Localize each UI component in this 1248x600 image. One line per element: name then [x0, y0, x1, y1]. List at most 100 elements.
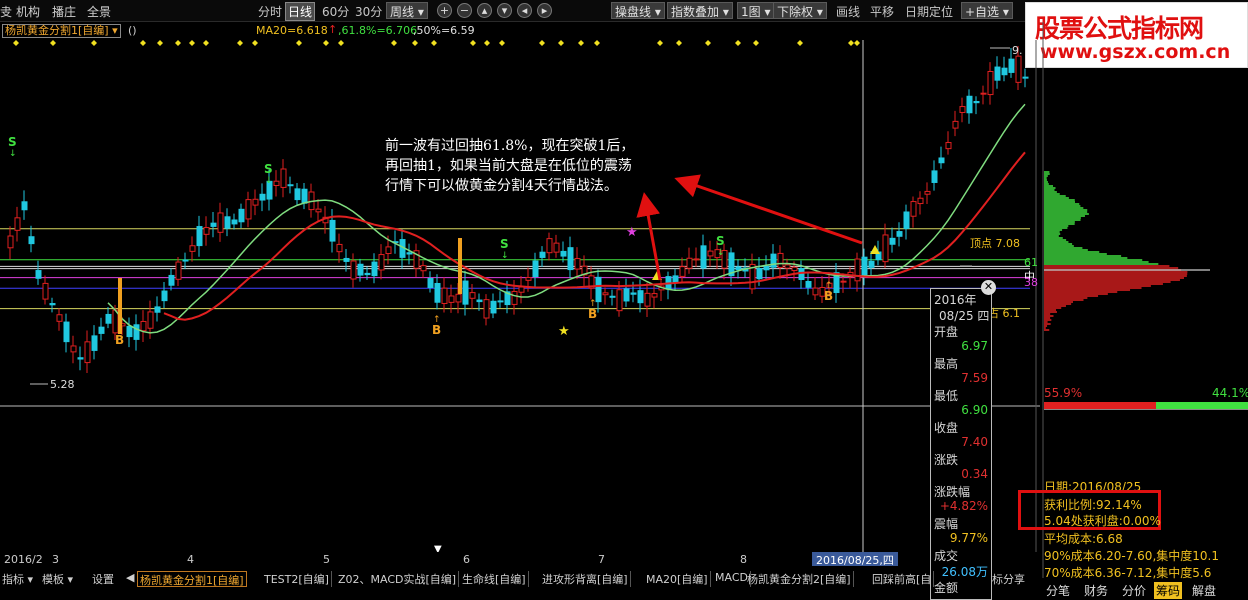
diamond-marker	[431, 40, 437, 46]
indicator-tab-bar: 指标 ▾ 模板 ▾ 设置 ◀ 杨凯黄金分割1[自编] TEST2[自编] Z02…	[0, 570, 1040, 588]
tab-attack-divergence[interactable]: 进攻形背离[自编]	[540, 571, 631, 587]
sell-signal: S	[500, 237, 509, 251]
menu-item-0[interactable]: 叏	[0, 3, 12, 20]
candle-body	[218, 213, 223, 232]
period-minute-button[interactable]: 分时	[256, 3, 284, 20]
candle-body	[435, 283, 440, 302]
popup-amp-label: 震幅	[934, 515, 958, 532]
tab-ticks[interactable]: 分笔	[1046, 582, 1070, 599]
annotation-arrow	[645, 198, 660, 280]
tab-analysis[interactable]: 解盘	[1192, 582, 1216, 599]
avg-cost: 平均成本:6.68	[1044, 530, 1123, 547]
tab-yangkai-fib1[interactable]: 杨凯黄金分割1[自编]	[137, 571, 247, 587]
close-icon[interactable]: ✕	[981, 280, 996, 295]
profit-bar-red	[1044, 402, 1156, 409]
arrow-left-icon[interactable]: ◂	[517, 3, 532, 18]
candle-body	[974, 101, 979, 102]
profit-pct-left: 55.9%	[1044, 386, 1082, 400]
arrow-right-icon[interactable]: ▸	[537, 3, 552, 18]
buy-signal: B	[432, 323, 441, 337]
period-60min-button[interactable]: 60分	[320, 3, 351, 20]
cost-90: 90%成本6.20-7.60,集中度10.1	[1044, 547, 1219, 564]
graph-count-dropdown[interactable]: 1图 ▾	[737, 2, 774, 19]
candle-body	[225, 217, 230, 228]
pan-button[interactable]: 平移	[868, 3, 896, 20]
tab-finance[interactable]: 财务	[1084, 582, 1108, 599]
tab-pullback-high[interactable]: 回踩前高[自	[870, 571, 934, 587]
zoom-in-icon[interactable]: +	[437, 3, 452, 18]
add-favorite-dropdown[interactable]: +自选 ▾	[961, 2, 1013, 19]
index-overlay-dropdown[interactable]: 指数叠加 ▾	[667, 2, 733, 19]
tab-z02-macd[interactable]: Z02、MACD实战[自编]	[336, 571, 459, 587]
candle-body	[442, 288, 447, 303]
period-30min-button[interactable]: 30分	[353, 3, 384, 20]
formula-selector[interactable]: 杨凯黄金分割1[自编] ▾	[2, 24, 121, 38]
zoom-out-icon[interactable]: −	[457, 3, 472, 18]
candle-body	[162, 291, 167, 301]
candle-body	[939, 158, 944, 163]
indicator-menu-button[interactable]: 指标 ▾	[0, 571, 35, 587]
candle-body	[372, 262, 377, 276]
diamond-marker	[157, 40, 163, 46]
candle-body	[274, 181, 279, 185]
candle-body	[246, 200, 251, 219]
diamond-marker	[676, 40, 682, 46]
menu-item-dealer[interactable]: 播庄	[52, 3, 76, 20]
tab-ma20[interactable]: MA20[自编]	[644, 571, 711, 587]
template-menu-button[interactable]: 模板 ▾	[40, 571, 75, 587]
up-arrow-icon: ↑	[328, 23, 337, 36]
tab-chips[interactable]: 筹码	[1154, 582, 1182, 599]
ex-rights-dropdown[interactable]: 下除权 ▾	[773, 2, 827, 19]
tab-price-dist[interactable]: 分价	[1122, 582, 1146, 599]
annotation-line-3: 行情下可以做黄金分割4天行情战法。	[385, 176, 618, 196]
settings-button[interactable]: 设置	[90, 571, 116, 587]
menu-item-institution[interactable]: 机构	[16, 3, 40, 20]
popup-high-label: 最高	[934, 355, 958, 372]
candle-body	[8, 236, 13, 248]
diamond-marker	[657, 40, 663, 46]
candle-body	[50, 304, 55, 305]
annotation-line-2: 再回抽1，如果当前大盘是在低位的震荡	[385, 156, 632, 176]
kline-chart[interactable]: S ↓ S ↓ S ↓ S ↓ ↑ B ↑ B ↑ B ↑ B ★ ★ ▼	[0, 40, 1040, 552]
candle-body	[85, 342, 90, 363]
axis-date-1: 3	[52, 553, 59, 566]
operate-line-dropdown[interactable]: 操盘线 ▾	[611, 2, 665, 19]
operate-line-label: 操盘线	[615, 5, 651, 19]
period-dropdown[interactable]: 周线 ▾	[386, 2, 428, 19]
fib-38-label: 38	[1024, 276, 1038, 289]
candle-body	[918, 198, 923, 203]
popup-close-value: 7.40	[961, 435, 988, 449]
candle-body	[29, 237, 34, 244]
tab-lifeline[interactable]: 生命线[自编]	[460, 571, 529, 587]
star-icon: ★	[558, 324, 570, 339]
low-price-label: 5.28	[50, 378, 75, 391]
candle-body	[379, 255, 384, 270]
candle-body	[57, 315, 62, 322]
draw-line-button[interactable]: 画线	[834, 3, 862, 20]
candle-body	[253, 199, 258, 205]
date-locate-button[interactable]: 日期定位	[903, 3, 955, 20]
tab-scroll-left-icon[interactable]: ◀	[124, 571, 136, 587]
tab-yangkai-fib2[interactable]: 杨凯黄金分割2[自编]	[745, 571, 854, 587]
candle-body	[757, 268, 762, 278]
candle-body	[316, 209, 321, 212]
candle-body	[855, 259, 860, 281]
candle-body	[106, 314, 111, 323]
candle-body	[911, 202, 916, 217]
popup-amp-value: 9.77%	[950, 531, 988, 545]
candle-body	[953, 121, 958, 128]
period-daily-button[interactable]: 日线	[285, 2, 315, 21]
candle-body	[169, 275, 174, 285]
tab-share[interactable]: 标分享	[990, 571, 1027, 587]
diamond-marker	[735, 40, 741, 46]
arrow-down-icon[interactable]: ▾	[497, 3, 512, 18]
sell-signal: S	[8, 135, 17, 149]
diamond-marker	[484, 40, 490, 46]
menu-item-panorama[interactable]: 全景	[87, 3, 111, 20]
tab-test2[interactable]: TEST2[自编]	[262, 571, 332, 587]
candle-body	[568, 248, 573, 270]
arrow-up-icon[interactable]: ▴	[477, 3, 492, 18]
candle-body	[869, 261, 874, 267]
candle-body	[603, 293, 608, 295]
candle-body	[498, 301, 503, 302]
